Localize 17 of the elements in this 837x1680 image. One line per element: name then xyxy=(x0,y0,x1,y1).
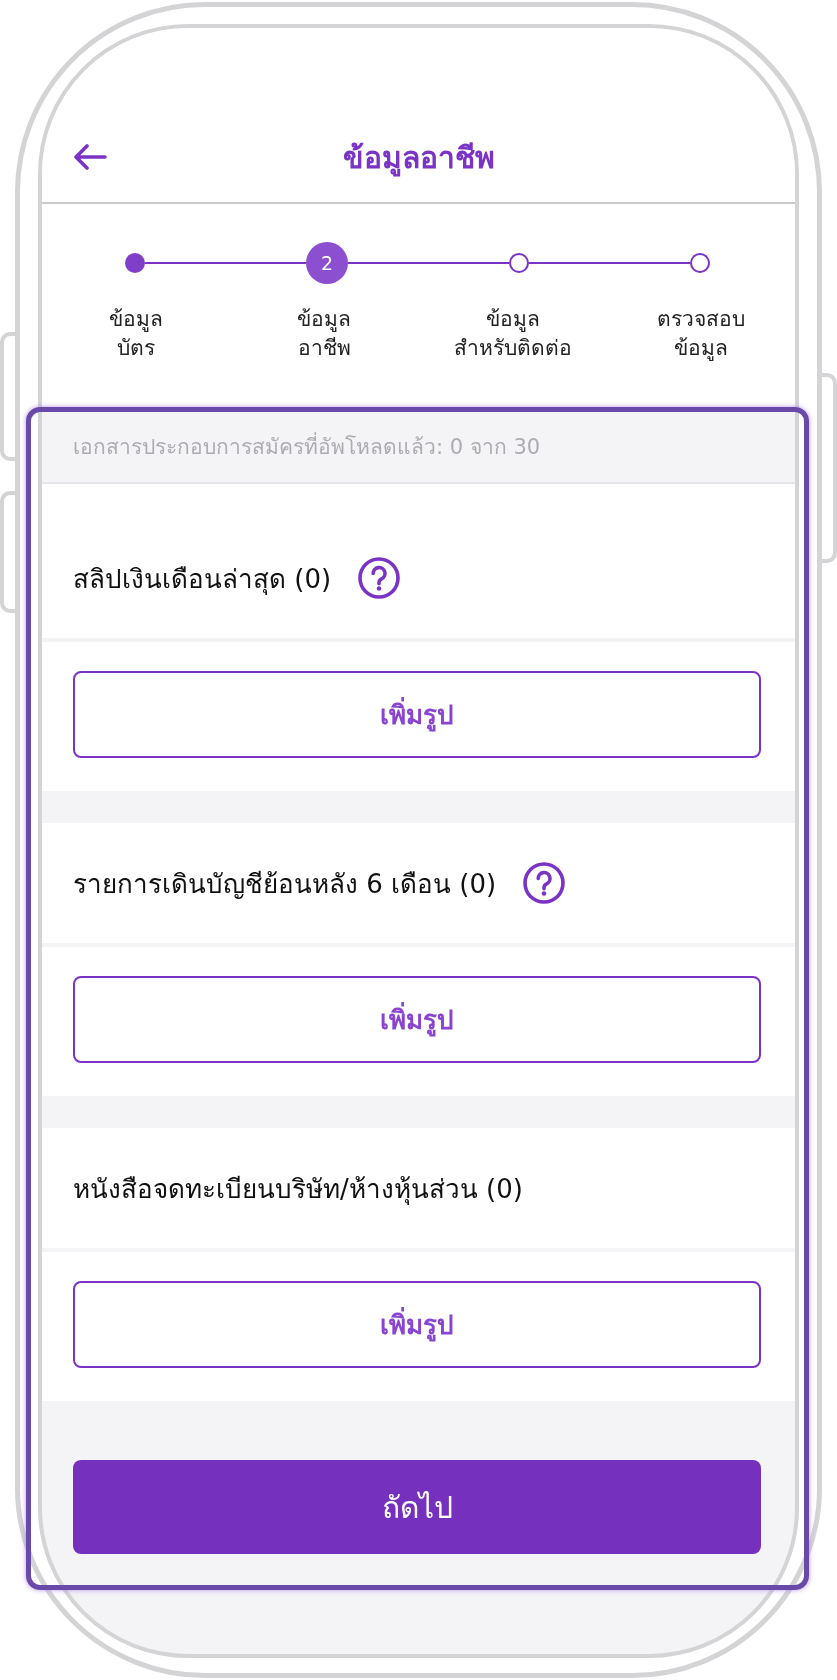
step-label: ข้อมูล สำหรับติดต่อ xyxy=(453,306,572,362)
help-icon[interactable] xyxy=(523,862,566,904)
step-number: 2 xyxy=(306,242,348,284)
step-label: ข้อมูล อาชีพ xyxy=(297,306,352,362)
step-label: ตรวจสอบ ข้อมูล xyxy=(656,306,745,363)
page-title: ข้อมูลอาชีพ xyxy=(342,138,495,179)
add-photo-button[interactable]: เพิ่มรูป xyxy=(73,671,761,758)
back-arrow-icon[interactable] xyxy=(73,144,107,170)
add-photo-button[interactable]: เพิ่มรูป xyxy=(73,976,761,1063)
document-title: รายการเดินบัญชีย้อนหลัง 6 เดือน (0) xyxy=(73,867,497,901)
help-icon[interactable] xyxy=(358,557,401,599)
next-button[interactable]: ถัดไป xyxy=(73,1460,761,1554)
document-title: สลิปเงินเดือนล่าสุด (0) xyxy=(73,562,332,597)
step-label: ข้อมูล บัตร xyxy=(109,306,164,362)
document-title: หนังสือจดทะเบียนบริษัท/ห้างหุ้นส่วน (0) xyxy=(73,1172,523,1207)
add-photo-button[interactable]: เพิ่มรูป xyxy=(73,1281,761,1368)
upload-status-text: เอกสารประกอบการสมัครที่อัพโหลดแล้ว: 0 จาก 30 xyxy=(73,431,541,461)
